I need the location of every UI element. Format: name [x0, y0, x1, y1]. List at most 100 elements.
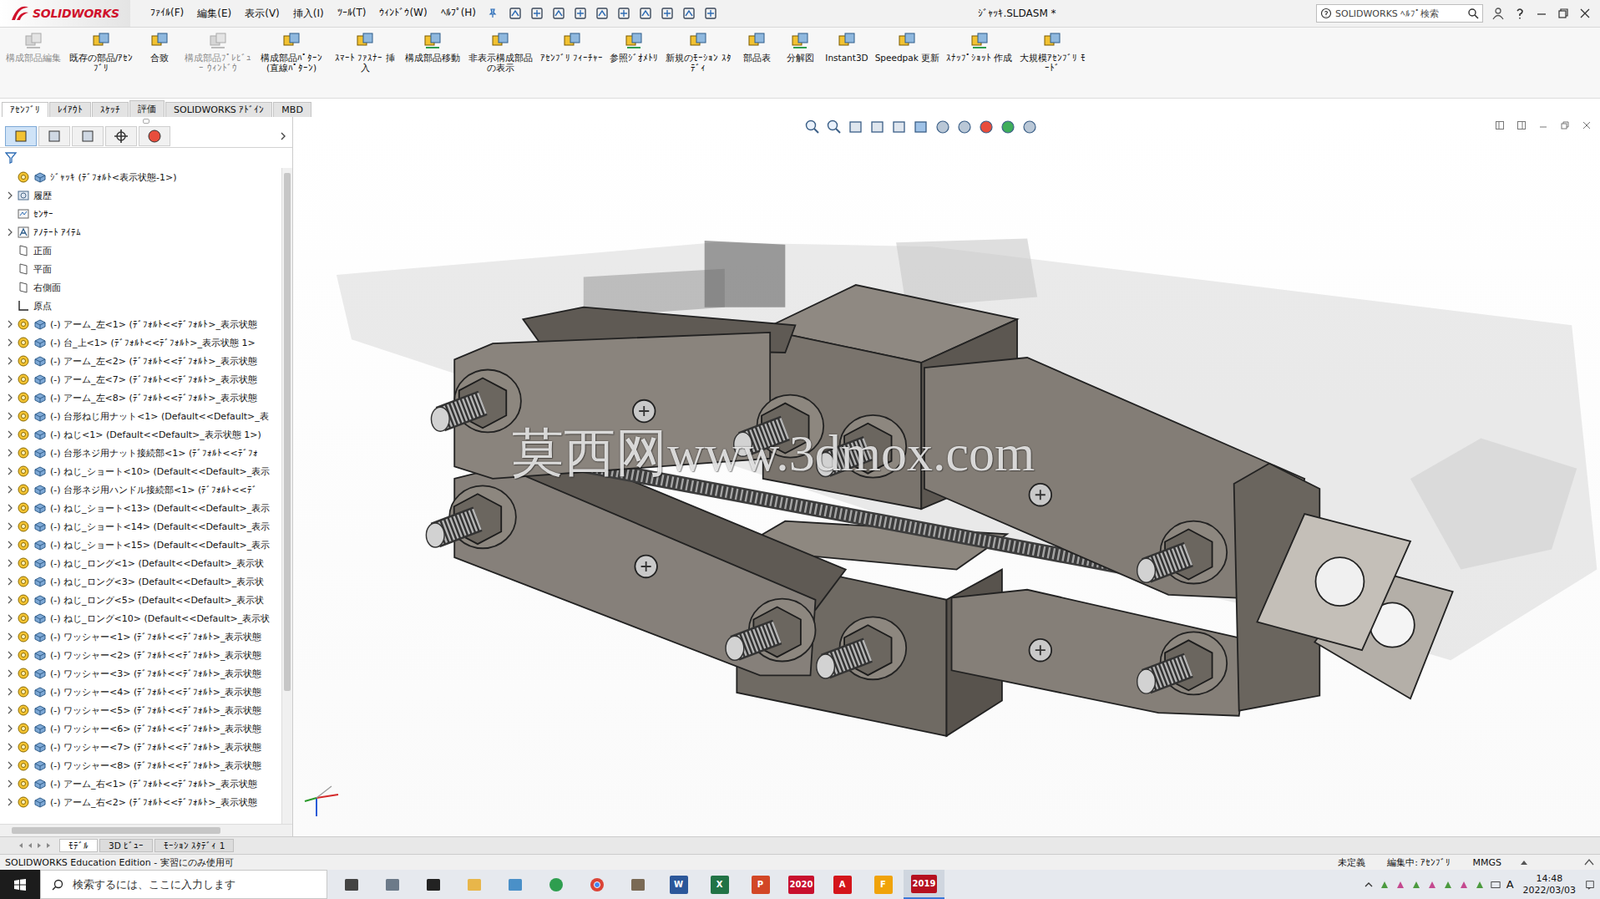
expander[interactable]: [5, 355, 16, 366]
tree-item[interactable]: (-) アーム_左<7> (ﾃﾞﾌｫﾙﾄ<<ﾃﾞﾌｫﾙﾄ>_表示状態: [0, 369, 282, 389]
panel-tab[interactable]: [38, 126, 71, 147]
tree-item[interactable]: (-) アーム_左<1> (ﾃﾞﾌｫﾙﾄ<<ﾃﾞﾌｫﾙﾄ>_表示状態: [0, 314, 282, 334]
tree-item[interactable]: ｱﾉﾃｰﾄ ｱｲﾃﾑ: [0, 222, 282, 242]
expand-panel-icon[interactable]: [278, 131, 288, 142]
ribbon-button[interactable]: 構成部品ﾊﾟﾀｰﾝ (直線ﾊﾟﾀｰﾝ): [255, 30, 328, 73]
previous-view-icon[interactable]: [847, 118, 865, 136]
pin-icon[interactable]: [487, 8, 498, 19]
expander[interactable]: [5, 190, 16, 201]
undo-icon[interactable]: [616, 5, 632, 21]
ribbon-button[interactable]: ｽﾏｰﾄ ﾌｧｽﾅｰ 挿入: [329, 30, 401, 73]
horizontal-scrollbar[interactable]: [0, 823, 293, 836]
tree-item[interactable]: (-) 台形ねじ用ナット<1> (Default<<Default>_表: [0, 406, 282, 426]
tree-item[interactable]: (-) 台形ネジ用ハンドル接続部<1> (ﾃﾞﾌｫﾙﾄ<<ﾃﾞ: [0, 480, 282, 499]
tray-app-icon[interactable]: [1411, 879, 1422, 890]
tray-app-icon[interactable]: [1379, 879, 1390, 890]
tray-app-icon[interactable]: [1427, 879, 1438, 890]
taskbar-app[interactable]: [453, 869, 495, 899]
expander[interactable]: [5, 759, 16, 770]
panel-tab[interactable]: [5, 126, 37, 147]
network-icon[interactable]: [1490, 879, 1501, 890]
tree-filter[interactable]: [0, 147, 293, 168]
hide-show-icon[interactable]: [956, 118, 973, 136]
tile-left-icon[interactable]: [1494, 120, 1505, 131]
expander[interactable]: [5, 631, 16, 642]
taskbar-app[interactable]: X: [698, 869, 740, 899]
customize-icon[interactable]: [1583, 855, 1595, 868]
expander[interactable]: [5, 576, 16, 587]
tree-item[interactable]: (-) ねじ_ショート<10> (Default<<Default>_表示: [0, 461, 282, 481]
tree-item[interactable]: (-) ねじ_ロング<3> (Default<<Default>_表示状: [0, 572, 282, 591]
taskbar-app[interactable]: P: [739, 869, 781, 899]
expander[interactable]: [5, 557, 16, 568]
view-orientation-icon[interactable]: [912, 118, 930, 136]
tab[interactable]: SOLIDWORKS ｱﾄﾞｲﾝ: [165, 101, 273, 117]
tree-item[interactable]: 右側面: [0, 278, 282, 297]
expander[interactable]: [5, 521, 16, 532]
tree-item[interactable]: (-) ねじ_ショート<15> (Default<<Default>_表示: [0, 535, 282, 554]
restore-icon[interactable]: [1556, 6, 1570, 21]
tree-item[interactable]: (-) ねじ_ショート<13> (Default<<Default>_表示: [0, 498, 282, 517]
tab[interactable]: ｽｹｯﾁ: [91, 101, 129, 117]
tree-item[interactable]: (-) 台_上<1> (ﾃﾞﾌｫﾙﾄ<<ﾃﾞﾌｫﾙﾄ>_表示状態 1>: [0, 333, 282, 352]
expander[interactable]: [5, 796, 16, 807]
tray-app-icon[interactable]: [1395, 879, 1406, 890]
expander[interactable]: [5, 649, 16, 660]
tab[interactable]: ｱｾﾝﾌﾞﾘ: [1, 101, 49, 117]
ribbon-button[interactable]: 新規のﾓｰｼｮﾝ ｽﾀﾃﾞｨ: [662, 30, 735, 73]
tab-navigation[interactable]: [16, 840, 53, 850]
tree-item[interactable]: (-) ワッシャー<3> (ﾃﾞﾌｫﾙﾄ<<ﾃﾞﾌｫﾙﾄ>_表示状態: [0, 663, 282, 683]
expander[interactable]: [5, 172, 16, 183]
open-icon[interactable]: [551, 5, 567, 21]
taskbar-app[interactable]: [535, 869, 577, 899]
ribbon-button[interactable]: 部品表: [735, 30, 778, 63]
taskbar-app[interactable]: [412, 869, 454, 899]
taskbar-app[interactable]: A: [821, 869, 863, 899]
clock[interactable]: 14:482022/03/03: [1519, 872, 1580, 897]
tree-item[interactable]: (-) ねじ_ロング<1> (Default<<Default>_表示状: [0, 553, 282, 573]
panel-tab[interactable]: [71, 126, 104, 147]
expander[interactable]: [5, 410, 16, 421]
tree-item[interactable]: ｼﾞｬｯｷ (ﾃﾞﾌｫﾙﾄ<表示状態-1>): [0, 167, 282, 187]
model-tab[interactable]: ﾓﾃﾞﾙ: [59, 838, 98, 852]
ribbon-button[interactable]: 参照ｼﾞｵﾒﾄﾘ: [607, 30, 661, 63]
tree-item[interactable]: (-) アーム_左<8> (ﾃﾞﾌｫﾙﾄ<<ﾃﾞﾌｫﾙﾄ>_表示状態: [0, 388, 282, 407]
ribbon-button[interactable]: Speedpak 更新: [872, 30, 942, 63]
tree-item[interactable]: ｾﾝｻｰ: [0, 204, 282, 223]
expander[interactable]: [5, 429, 16, 440]
menu-item[interactable]: ｳｨﾝﾄﾞｳ(W): [374, 5, 432, 23]
taskbar-app[interactable]: [330, 869, 372, 899]
menu-item[interactable]: ﾌｧｲﾙ(F): [145, 5, 189, 23]
tree-item[interactable]: (-) ワッシャー<1> (ﾃﾞﾌｫﾙﾄ<<ﾃﾞﾌｫﾙﾄ>_表示状態: [0, 627, 282, 646]
expander[interactable]: [5, 484, 16, 495]
tree-item[interactable]: (-) ワッシャー<4> (ﾃﾞﾌｫﾙﾄ<<ﾃﾞﾌｫﾙﾄ>_表示状態: [0, 682, 282, 701]
ribbon-button[interactable]: ｱｾﾝﾌﾞﾘ ﾌｨｰﾁｬｰ: [537, 30, 606, 63]
taskbar-app[interactable]: W: [658, 869, 699, 899]
tree-item[interactable]: (-) ねじ_ショート<14> (Default<<Default>_表示: [0, 516, 282, 536]
ribbon-button[interactable]: 構成部品ﾌﾟﾚﾋﾞｭｰ ｳｨﾝﾄﾞｳ: [182, 30, 254, 73]
expander[interactable]: [5, 245, 16, 256]
ribbon-button[interactable]: 大規模ｱｾﾝﾌﾞﾘ ﾓｰﾄﾞ: [1016, 30, 1089, 73]
ribbon-button[interactable]: 構成部品移動: [402, 30, 463, 63]
ribbon-button[interactable]: 構成部品編集: [3, 30, 64, 63]
taskbar-app[interactable]: [371, 869, 413, 899]
tree-item[interactable]: (-) ねじ_ロング<10> (Default<<Default>_表示状: [0, 608, 282, 628]
edit-appearance-icon[interactable]: [977, 118, 995, 136]
rebuild-icon[interactable]: [659, 5, 675, 21]
expander[interactable]: [5, 392, 16, 403]
view-settings-icon[interactable]: [1021, 118, 1038, 136]
menu-item[interactable]: 編集(E): [192, 5, 237, 23]
panel-tab[interactable]: [138, 126, 171, 147]
tree-item[interactable]: 正面: [0, 241, 282, 260]
restore-view-icon[interactable]: [1559, 120, 1570, 131]
expander[interactable]: [5, 300, 16, 311]
expander[interactable]: [5, 594, 16, 605]
taskbar-search-field[interactable]: 検索するには、ここに入力します: [40, 869, 328, 899]
tree-item[interactable]: (-) アーム_右<2> (ﾃﾞﾌｫﾙﾄ<<ﾃﾞﾌｫﾙﾄ>_表示状態: [0, 792, 282, 811]
expander[interactable]: [5, 374, 16, 385]
tab[interactable]: ﾚｲｱｳﾄ: [49, 101, 92, 117]
user-icon[interactable]: [1491, 6, 1505, 21]
menu-item[interactable]: 表示(V): [239, 5, 285, 23]
taskbar-app[interactable]: [576, 869, 618, 899]
ribbon-button[interactable]: 非表示構成部品の表示: [464, 30, 537, 73]
